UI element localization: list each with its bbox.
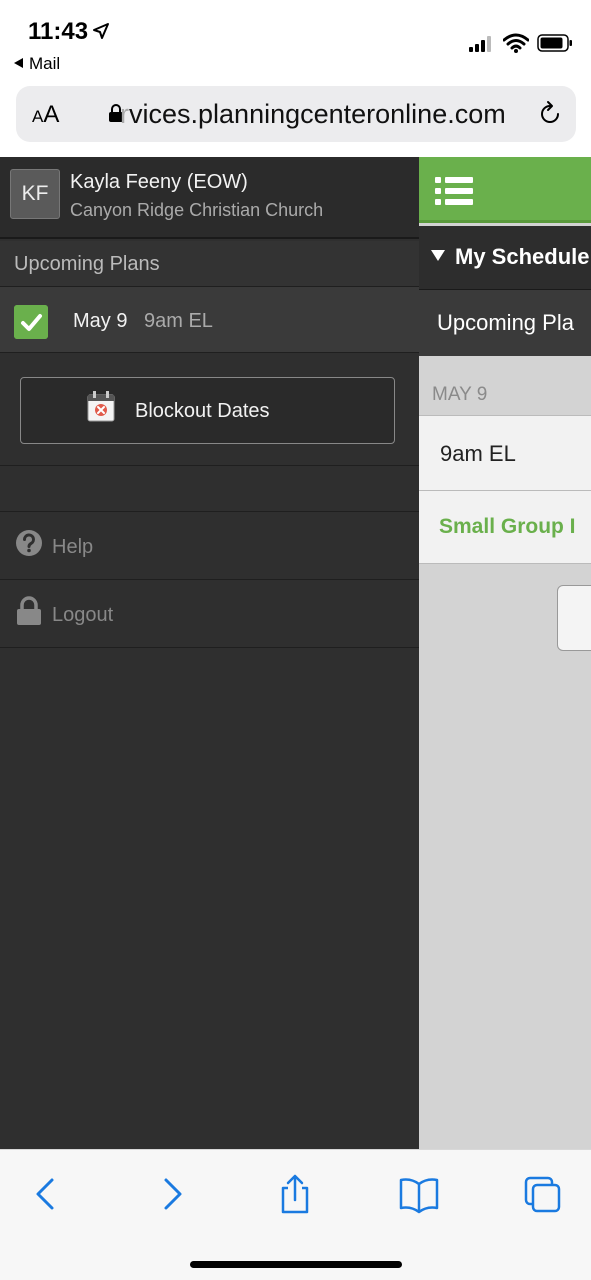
main-content: My Schedule Upcoming Pla MAY 9 9am EL Sm… — [419, 157, 591, 1149]
calendar-blockout-icon — [87, 391, 115, 422]
battery-icon — [537, 34, 572, 52]
share-icon[interactable] — [273, 1174, 317, 1214]
sidebar: KF Kayla Feeny (EOW) Canyon Ridge Christ… — [0, 157, 419, 1149]
status-bar: 11:43 Mail — [0, 0, 591, 80]
sidebar-divider — [0, 466, 419, 512]
reload-icon[interactable] — [536, 100, 564, 128]
user-name: Kayla Feeny (EOW) — [70, 171, 248, 193]
schedule-plan-item[interactable]: 9am EL — [419, 416, 591, 491]
date-header: MAY 9 — [419, 356, 591, 416]
logout-label: Logout — [52, 604, 114, 626]
sidebar-item-logout[interactable]: Logout — [0, 580, 419, 648]
wifi-icon — [503, 33, 529, 53]
plan-item-may-9[interactable]: May 9 9am EL — [0, 287, 419, 353]
menu-list-icon[interactable] — [435, 177, 473, 205]
user-profile[interactable]: KF Kayla Feeny (EOW) Canyon Ridge Christ… — [0, 157, 419, 239]
blockout-section: Blockout Dates — [0, 353, 419, 466]
app-top-bar — [419, 157, 591, 223]
back-to-mail-link[interactable]: Mail — [14, 54, 60, 74]
cellular-signal-icon — [469, 36, 491, 52]
bookmarks-icon[interactable] — [397, 1174, 441, 1214]
safari-address-bar[interactable]: AA rvices.planningcenteronline.com — [16, 86, 576, 142]
avatar: KF — [10, 169, 60, 219]
organization-name: Canyon Ridge Christian Church — [70, 200, 324, 220]
help-circle-icon — [16, 530, 42, 556]
blockout-dates-button[interactable]: Blockout Dates — [20, 377, 395, 444]
back-triangle-icon — [14, 58, 23, 68]
plan-date: May 9 — [73, 310, 128, 332]
home-indicator — [190, 1261, 402, 1268]
tab-upcoming-plans[interactable]: Upcoming Pla — [419, 290, 591, 356]
collapse-triangle-icon — [431, 250, 445, 261]
sidebar-item-help[interactable]: Help — [0, 512, 419, 580]
plan-name: 9am EL — [144, 310, 213, 332]
text-size-button[interactable]: AA — [32, 101, 59, 129]
help-label: Help — [52, 536, 94, 558]
clock: 11:43 — [28, 18, 89, 45]
location-arrow-icon — [93, 23, 109, 39]
partial-button[interactable] — [557, 585, 591, 651]
back-chevron-icon[interactable] — [24, 1174, 68, 1214]
checkmark-icon — [14, 305, 48, 339]
small-group-link[interactable]: Small Group I — [419, 491, 591, 564]
safari-toolbar — [0, 1149, 591, 1280]
blockout-dates-label: Blockout Dates — [135, 400, 270, 422]
forward-chevron-icon[interactable] — [150, 1174, 194, 1214]
lock-icon — [17, 596, 41, 625]
my-schedule-header[interactable]: My Schedule — [419, 226, 591, 290]
tabs-icon[interactable] — [521, 1174, 565, 1214]
url-text: rvices.planningcenteronline.com — [120, 99, 506, 129]
upcoming-plans-heading: Upcoming Plans — [0, 241, 419, 287]
